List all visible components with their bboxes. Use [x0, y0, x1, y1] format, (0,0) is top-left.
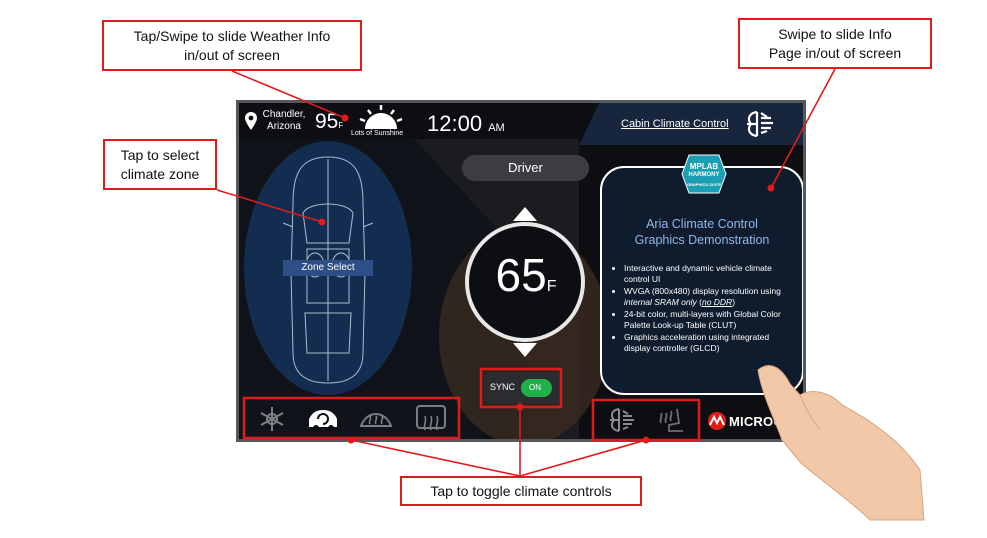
location-pin-icon — [245, 112, 257, 130]
microchip-logo: MICROCHIP — [707, 411, 803, 433]
seat-heater-button[interactable] — [655, 406, 687, 434]
temp-down-icon[interactable] — [513, 343, 537, 357]
driver-temperature: 65 — [495, 249, 547, 301]
temp-up-icon[interactable] — [513, 207, 537, 221]
front-defrost-icon — [359, 413, 393, 427]
clock: 12:00 AM — [427, 111, 505, 137]
info-page-callout-text: Swipe to slide Info Page in/out of scree… — [768, 25, 902, 61]
temperature-readout: 65F — [471, 248, 581, 302]
zone-select-label: Zone Select — [283, 260, 373, 276]
rear-defrost-icon — [416, 405, 446, 431]
info-title-line-2: Graphics Demonstration — [634, 233, 770, 247]
weather-callout-text: Tap/Swipe to slide Weather Info in/out o… — [133, 27, 331, 63]
driver-label: Driver — [462, 155, 589, 181]
climate-screen: Chandler, Arizona 95F Lots of Sunshine 1… — [236, 100, 806, 442]
zone-callout-text: Tap to select climate zone — [120, 146, 200, 182]
info-bullet: 24-bit color, multi-layers with Global C… — [624, 309, 792, 331]
fan-icon — [610, 408, 634, 432]
info-bullet: Interactive and dynamic vehicle climate … — [624, 263, 792, 285]
climate-zone-selector[interactable]: Zone Select — [269, 153, 387, 388]
microchip-mark-icon — [708, 412, 726, 430]
clock-ampm: AM — [488, 122, 505, 134]
location-city: Chandler, — [262, 109, 306, 120]
mplab-harmony-logo: MPLAB HARMONY GRAPHICS SUITE — [681, 154, 727, 194]
driver-label-text: Driver — [508, 160, 543, 175]
outside-temperature: 95 — [315, 110, 339, 133]
logo-line-1: MPLAB — [689, 162, 719, 171]
weather-callout: Tap/Swipe to slide Weather Info in/out o… — [102, 20, 362, 71]
info-page-callout: Swipe to slide Info Page in/out of scree… — [738, 18, 932, 69]
seat-heater-icon — [659, 408, 683, 432]
info-bullets: Interactive and dynamic vehicle climate … — [610, 263, 792, 355]
ac-snowflake-button[interactable] — [255, 405, 289, 433]
weather-info[interactable]: Chandler, Arizona 95F Lots of Sunshine — [239, 103, 419, 139]
info-title: Aria Climate Control Graphics Demonstrat… — [602, 216, 802, 248]
info-bullet: WVGA (800x480) display resolution using … — [624, 286, 792, 308]
sync-switch[interactable]: ON — [521, 379, 552, 397]
climate-fan-icon — [747, 110, 773, 138]
logo-line-3: GRAPHICS SUITE — [686, 182, 721, 187]
info-title-line-1: Aria Climate Control — [646, 217, 758, 231]
cabin-title: Cabin Climate Control — [621, 118, 729, 130]
zone-select-text: Zone Select — [301, 262, 355, 273]
driver-temperature-unit: F — [546, 278, 557, 295]
sync-label: SYNC — [490, 382, 516, 392]
fan-toggle-button[interactable] — [605, 406, 637, 434]
snowflake-icon — [260, 407, 284, 431]
recirculation-car-icon — [309, 410, 337, 431]
sunshine-icon — [359, 105, 403, 129]
info-panel[interactable]: MPLAB HARMONY GRAPHICS SUITE Aria Climat… — [600, 154, 803, 395]
outside-temperature-unit: F — [338, 121, 344, 130]
weather-description: Lots of Sunshine — [351, 130, 404, 137]
toggle-callout: Tap to toggle climate controls — [400, 476, 642, 506]
sync-state: ON — [529, 383, 541, 392]
info-bullet: Graphics acceleration using integrated d… — [624, 332, 792, 354]
clock-time: 12:00 — [427, 111, 483, 136]
location-state: Arizona — [267, 121, 301, 132]
sync-toggle[interactable]: SYNC ON — [484, 373, 559, 403]
toggle-callout-text: Tap to toggle climate controls — [430, 482, 612, 499]
rear-defrost-button[interactable] — [413, 403, 449, 433]
logo-line-2: HARMONY — [688, 172, 720, 178]
recirculation-button[interactable] — [303, 405, 343, 433]
microchip-wordmark: MICROCHIP — [729, 414, 806, 429]
info-page-tab[interactable]: Cabin Climate Control — [591, 103, 803, 145]
front-defrost-button[interactable] — [356, 405, 396, 433]
zone-callout: Tap to select climate zone — [103, 139, 217, 190]
